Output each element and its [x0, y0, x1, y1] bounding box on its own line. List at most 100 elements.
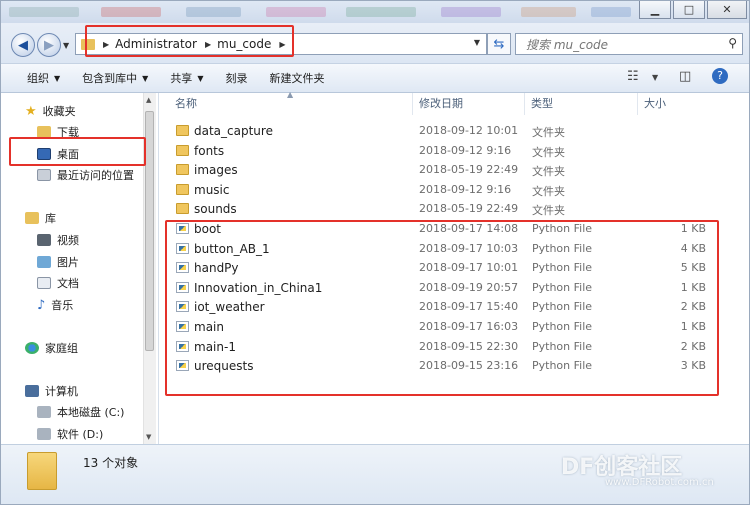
- table-row[interactable]: music 2018-09-12 9:16 文件夹: [173, 180, 733, 200]
- column-header-size[interactable]: 大小: [644, 95, 666, 111]
- title-bar: ▁ □ ✕: [1, 1, 749, 23]
- share-button[interactable]: 共享 ▼: [162, 68, 211, 88]
- chevron-down-icon[interactable]: ▼: [652, 73, 658, 82]
- share-label: 共享: [170, 72, 193, 85]
- preview-pane-icon[interactable]: ◫: [679, 69, 691, 84]
- item-count: 13 个对象: [83, 456, 139, 470]
- folder-icon: [176, 164, 189, 176]
- new-folder-label: 新建文件夹: [269, 72, 325, 85]
- address-dropdown-icon[interactable]: ▼: [474, 38, 480, 47]
- minimize-button[interactable]: ▁: [639, 1, 671, 19]
- homegroup-icon: [25, 342, 39, 354]
- sidebar-item-label: 家庭组: [45, 342, 78, 355]
- sidebar-item-drive-d[interactable]: 软件 (D:): [37, 424, 103, 444]
- sidebar-item-label: 文档: [57, 277, 79, 290]
- sidebar-item-music[interactable]: ♪ 音乐: [37, 295, 73, 315]
- sidebar-item-libraries[interactable]: 库: [25, 208, 56, 228]
- scroll-up-icon[interactable]: ▲: [146, 96, 151, 104]
- column-divider[interactable]: [524, 93, 525, 115]
- highlight-address-box: [85, 25, 294, 57]
- column-header-type[interactable]: 类型: [531, 95, 553, 111]
- sidebar-item-label: 本地磁盘 (C:): [57, 406, 125, 419]
- back-arrow-icon[interactable]: ◀: [11, 33, 35, 57]
- sidebar-item-label: 收藏夹: [42, 105, 76, 118]
- file-date: 2018-05-19 22:49: [419, 163, 519, 177]
- sidebar-item-label: 计算机: [45, 385, 78, 398]
- help-icon[interactable]: ?: [712, 68, 728, 84]
- include-in-library-button[interactable]: 包含到库中 ▼: [74, 68, 156, 88]
- column-header-name[interactable]: 名称: [175, 95, 197, 111]
- drive-icon: [37, 406, 51, 418]
- close-button[interactable]: ✕: [707, 1, 747, 19]
- file-date: 2018-05-19 22:49: [419, 202, 519, 216]
- sidebar-item-documents[interactable]: 文档: [37, 273, 79, 293]
- sidebar-item-label: 最近访问的位置: [57, 169, 134, 182]
- sidebar-item-label: 软件 (D:): [57, 428, 104, 441]
- window-controls: ▁ □ ✕: [639, 1, 747, 19]
- history-dropdown-icon[interactable]: ▼: [63, 41, 69, 50]
- column-header-date[interactable]: 修改日期: [419, 95, 463, 111]
- sidebar-item-recent[interactable]: 最近访问的位置: [37, 165, 134, 185]
- maximize-button[interactable]: □: [673, 1, 705, 19]
- sidebar-item-label: 库: [45, 212, 56, 225]
- drive-icon: [37, 428, 51, 440]
- burn-label: 刻录: [225, 72, 248, 85]
- file-name: images: [194, 163, 238, 178]
- table-row[interactable]: sounds 2018-05-19 22:49 文件夹: [173, 199, 733, 219]
- highlight-desktop-box: [9, 137, 146, 166]
- sidebar-item-pictures[interactable]: 图片: [37, 252, 79, 272]
- folder-icon: [176, 203, 189, 215]
- sidebar-item-drive-c[interactable]: 本地磁盘 (C:): [37, 402, 124, 422]
- table-row[interactable]: images 2018-05-19 22:49 文件夹: [173, 160, 733, 180]
- file-type: 文件夹: [532, 204, 565, 218]
- column-divider[interactable]: [637, 93, 638, 115]
- sort-ascending-icon: ▲: [287, 90, 294, 99]
- file-date: 2018-09-12 10:01: [419, 124, 519, 137]
- search-input[interactable]: [524, 35, 718, 55]
- recent-places-icon: [37, 169, 51, 181]
- sidebar-item-homegroup[interactable]: 家庭组: [25, 338, 78, 358]
- forward-arrow-icon[interactable]: ▶: [37, 33, 61, 57]
- burn-button[interactable]: 刻录: [217, 68, 255, 88]
- file-type: 文件夹: [532, 126, 565, 139]
- organize-button[interactable]: 组织 ▼: [19, 68, 68, 88]
- scrollbar-thumb[interactable]: [145, 111, 154, 351]
- table-row[interactable]: data_capture 2018-09-12 10:01 文件夹: [173, 121, 733, 141]
- sidebar-item-videos[interactable]: 视频: [37, 230, 79, 250]
- video-icon: [37, 234, 51, 246]
- file-type: 文件夹: [532, 165, 565, 179]
- column-divider[interactable]: [412, 93, 413, 115]
- file-name: data_capture: [194, 124, 273, 138]
- chevron-down-icon: ▼: [54, 73, 61, 83]
- view-options-icon[interactable]: ☷: [627, 69, 639, 84]
- search-icon[interactable]: ⚲: [728, 36, 737, 50]
- file-type: 文件夹: [532, 184, 565, 198]
- include-label: 包含到库中: [82, 72, 138, 85]
- folder-icon: [176, 183, 189, 195]
- scroll-down-icon[interactable]: ▼: [146, 433, 151, 441]
- sidebar-item-favorites[interactable]: ★ 收藏夹: [25, 101, 76, 121]
- folder-icon: [176, 144, 189, 156]
- new-folder-button[interactable]: 新建文件夹: [261, 68, 332, 88]
- table-row[interactable]: fonts 2018-09-12 9:16 文件夹: [173, 141, 733, 161]
- organize-label: 组织: [27, 72, 49, 85]
- background-taskbar-blur: [1, 1, 641, 23]
- file-date: 2018-09-12 9:16: [419, 143, 512, 157]
- chevron-down-icon: ▼: [197, 73, 204, 83]
- file-type: 文件夹: [532, 145, 565, 159]
- sidebar-item-label: 音乐: [51, 299, 74, 312]
- pictures-icon: [37, 256, 51, 268]
- search-box[interactable]: ⚲: [515, 33, 743, 55]
- star-icon: ★: [25, 103, 37, 119]
- folder-icon: [27, 452, 57, 490]
- music-note-icon: ♪: [37, 297, 46, 313]
- library-icon: [25, 212, 39, 224]
- refresh-button[interactable]: ⇆: [487, 33, 511, 55]
- chevron-down-icon: ▼: [142, 73, 149, 83]
- file-date: 2018-09-12 9:16: [419, 182, 512, 196]
- highlight-python-files-box: [165, 220, 719, 396]
- file-name: fonts: [194, 143, 225, 158]
- sidebar-item-computer[interactable]: 计算机: [25, 381, 78, 401]
- file-name: music: [194, 182, 230, 197]
- documents-icon: [37, 277, 51, 289]
